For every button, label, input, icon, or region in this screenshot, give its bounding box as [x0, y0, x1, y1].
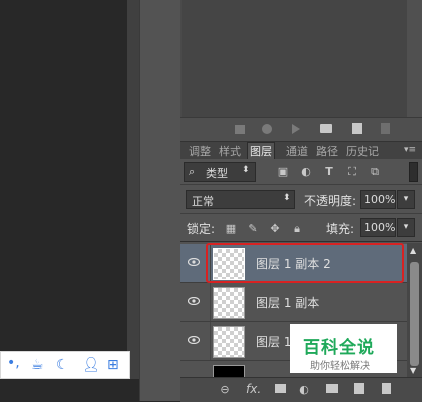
fill-value: 100%	[364, 221, 396, 234]
scroll-down-icon[interactable]: ▼	[410, 366, 416, 375]
eye-icon	[188, 336, 200, 344]
eye-icon	[188, 258, 200, 266]
punctuation-icon[interactable]: •,	[7, 355, 20, 371]
filter-shape-icon[interactable]: ⛶	[345, 165, 359, 178]
adjustment-layer-icon[interactable]: ◐	[297, 383, 311, 396]
opacity-dropdown-button[interactable]: ▾	[397, 190, 415, 209]
folder-icon[interactable]	[326, 384, 338, 393]
upper-panel-content	[182, 0, 408, 117]
folder-icon[interactable]	[320, 124, 332, 133]
chevron-down-icon: ⬍	[283, 193, 291, 203]
selection-highlight-box	[206, 243, 404, 283]
filter-adjustment-icon[interactable]: ◐	[299, 165, 313, 178]
lock-position-move-icon[interactable]: ✥	[268, 222, 282, 235]
watermark-subtitle: 助你轻松解决	[310, 361, 370, 372]
actions-toolbar	[180, 117, 422, 142]
filter-kind-select[interactable]: ⌕ 类型 ⬍	[184, 162, 256, 182]
tab-channels[interactable]: 通道	[286, 143, 308, 160]
trash-icon[interactable]	[382, 383, 391, 394]
layer-thumbnail	[213, 326, 245, 358]
fill-label: 填充:	[326, 222, 355, 236]
opacity-value: 100%	[364, 193, 396, 206]
lock-transparent-icon[interactable]: ▦	[224, 222, 238, 235]
filter-pixel-icon[interactable]: ▣	[276, 165, 290, 178]
layers-bottom-toolbar: ⊖ fx. ◐	[180, 377, 422, 402]
layer-row[interactable]: 图层 1 副本	[180, 283, 407, 322]
ime-toolbar: •, ☕︎ ☾ 👤︎ ⊞	[0, 351, 130, 379]
trash-icon[interactable]	[381, 123, 390, 134]
layer-name[interactable]: 图层 1	[256, 333, 291, 350]
layer-thumbnail	[213, 287, 245, 319]
background-layer-thumbnail	[213, 365, 245, 377]
fill-input[interactable]: 100%	[360, 218, 396, 237]
fx-icon[interactable]: fx.	[246, 382, 261, 396]
tab-paths[interactable]: 路径	[316, 143, 338, 160]
panel-tabs: 调整 样式 图层 通道 路径 历史记 ▾≡	[180, 141, 422, 160]
chevron-down-icon: ⬍	[242, 165, 250, 175]
panel-dock-divider	[139, 0, 180, 401]
moon-icon[interactable]: ☾	[56, 357, 69, 373]
filter-type-icon[interactable]: T	[322, 165, 336, 178]
lock-image-brush-icon[interactable]: ✎	[246, 222, 260, 235]
grid-icon[interactable]: ⊞	[107, 357, 119, 373]
filter-kind-label: 类型	[206, 167, 228, 180]
opacity-label: 不透明度:	[304, 194, 357, 208]
tab-layers[interactable]: 图层	[247, 142, 275, 160]
filter-smart-object-icon[interactable]: ⧉	[368, 165, 382, 178]
play-icon[interactable]	[292, 124, 300, 134]
canvas-bottom	[0, 379, 139, 401]
divider	[180, 184, 422, 185]
upper-panel-scrollbar[interactable]	[407, 0, 422, 117]
new-layer-icon[interactable]	[354, 383, 364, 394]
divider	[180, 213, 422, 214]
fill-dropdown-button[interactable]: ▾	[397, 218, 415, 237]
visibility-toggle[interactable]	[180, 283, 211, 321]
watermark-title: 百科全说	[303, 338, 375, 358]
watermark-logo: 百科全说 助你轻松解决	[290, 324, 397, 373]
layer-name[interactable]: 图层 1 副本	[256, 294, 319, 311]
filter-toggle-switch[interactable]	[409, 162, 418, 182]
user-icon[interactable]: 👤︎	[82, 357, 100, 373]
tab-styles[interactable]: 样式	[219, 143, 241, 160]
opacity-input[interactable]: 100%	[360, 190, 396, 209]
stop-icon[interactable]	[235, 125, 245, 134]
eye-icon	[188, 297, 200, 305]
lock-label: 锁定:	[187, 222, 216, 236]
new-action-icon[interactable]	[352, 123, 362, 134]
panel-gap	[127, 0, 139, 401]
divider	[180, 241, 422, 242]
panel-menu-icon[interactable]: ▾≡	[404, 145, 416, 155]
search-icon: ⌕	[189, 165, 196, 178]
scrollbar-thumb[interactable]	[410, 262, 419, 366]
tab-adjustments[interactable]: 调整	[189, 143, 211, 160]
add-mask-icon[interactable]	[275, 384, 286, 393]
visibility-toggle[interactable]	[180, 322, 211, 360]
scroll-up-icon[interactable]: ▲	[410, 246, 416, 255]
link-layers-icon[interactable]: ⊖	[218, 383, 232, 396]
record-icon[interactable]	[262, 124, 272, 134]
lock-all-icon[interactable]: 🔒︎	[290, 222, 304, 235]
blend-mode-select[interactable]: 正常 ⬍	[186, 190, 295, 209]
canvas-area[interactable]	[0, 0, 127, 401]
blend-mode-value: 正常	[192, 195, 214, 208]
cup-icon[interactable]: ☕︎	[31, 357, 44, 373]
tab-history[interactable]: 历史记	[346, 143, 379, 160]
